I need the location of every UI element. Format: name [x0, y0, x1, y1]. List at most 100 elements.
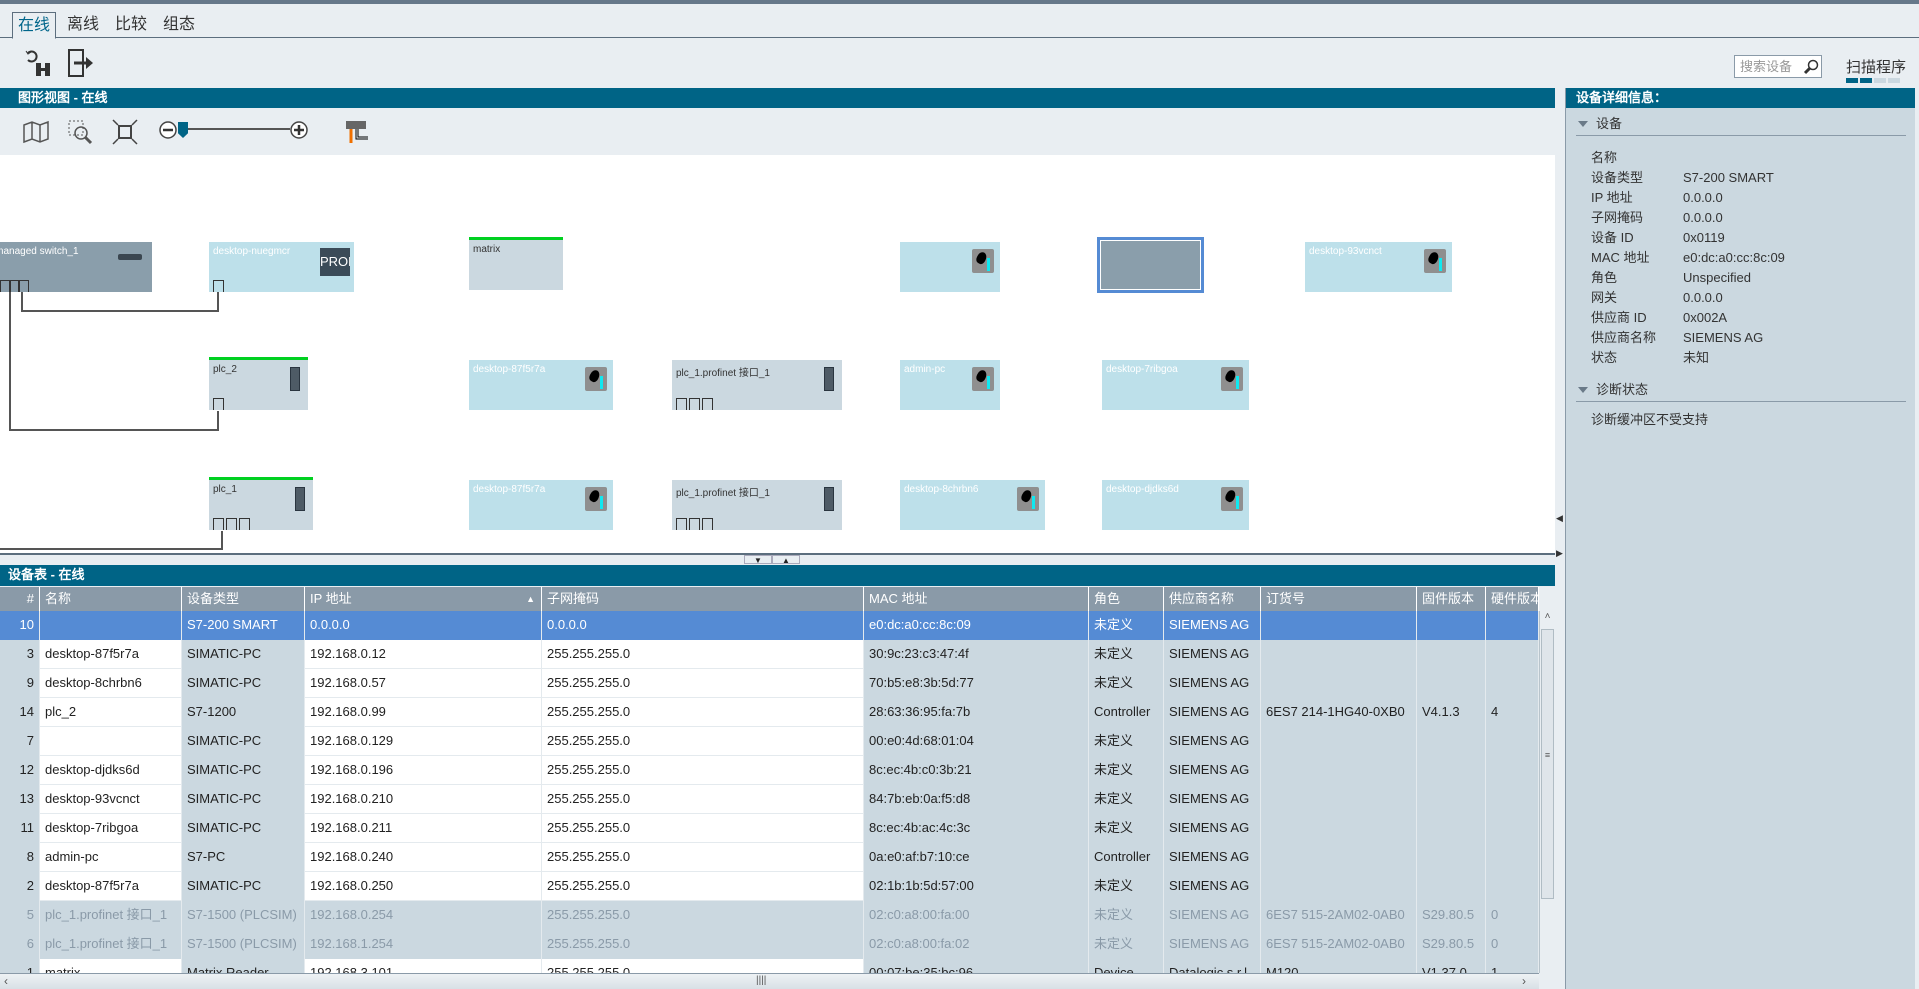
topology-node[interactable]: [900, 242, 1000, 292]
topology-node[interactable]: desktop-87f5r7a: [469, 480, 613, 530]
topology-node[interactable]: plc_2: [209, 357, 308, 410]
table-row[interactable]: 1 matrix Matrix Reader 192.168.3.101 255.255…: [0, 959, 1539, 973]
port-icon[interactable]: [676, 518, 687, 530]
port-icon[interactable]: [239, 518, 250, 530]
port-icon[interactable]: [213, 280, 224, 292]
vertical-splitter[interactable]: ◀ ▶: [1555, 88, 1565, 989]
section-diagnostic-status[interactable]: 诊断状态: [1576, 378, 1906, 402]
topology-node[interactable]: unmanaged switch_1: [0, 242, 152, 292]
topology-node[interactable]: desktop-djdks6d: [1102, 480, 1249, 530]
topology-node[interactable]: [1097, 237, 1204, 293]
table-row[interactable]: 14 plc_2 S7-1200 192.168.0.99 255.255.255.0 2…: [0, 698, 1539, 727]
topology-node[interactable]: desktop-93vcnct: [1305, 242, 1452, 292]
table-row[interactable]: 8 admin-pc S7-PC 192.168.0.240 255.255.255.0…: [0, 843, 1539, 872]
column-header[interactable]: 硬件版本: [1486, 587, 1539, 611]
collapse-right-icon[interactable]: ▶: [1556, 548, 1563, 559]
table-row[interactable]: 10 S7-200 SMART 0.0.0.0 0.0.0.0 e0:dc:a0:cc:…: [0, 611, 1539, 640]
topology-node[interactable]: desktop-7ribgoa: [1102, 360, 1249, 410]
column-header[interactable]: 订货号: [1261, 587, 1417, 611]
table-cell: [1417, 727, 1486, 756]
topology-canvas[interactable]: unmanaged switch_1 desktop-nuegmcr PRON mat…: [0, 155, 1555, 553]
topology-node[interactable]: plc_1: [209, 477, 313, 530]
table-horizontal-scrollbar[interactable]: ‹ |||| ›: [0, 973, 1539, 989]
scroll-left-icon[interactable]: ‹: [4, 974, 8, 988]
table-cell: 5: [0, 901, 40, 930]
table-cell: 12: [0, 756, 40, 785]
column-header-label: #: [26, 591, 34, 606]
column-header[interactable]: IP 地址 ▲: [305, 587, 542, 611]
table-row[interactable]: 13 desktop-93vcnct SIMATIC-PC 192.168.0.210…: [0, 785, 1539, 814]
search-icon[interactable]: [1802, 58, 1820, 76]
table-row[interactable]: 9 desktop-8chrbn6 SIMATIC-PC 192.168.0.57 25…: [0, 669, 1539, 698]
table-vertical-scrollbar[interactable]: ˄ ≡: [1539, 611, 1555, 973]
column-header[interactable]: 子网掩码: [542, 587, 864, 611]
topology-node[interactable]: matrix: [469, 237, 563, 290]
column-header[interactable]: 供应商名称: [1164, 587, 1261, 611]
table-row[interactable]: 12 desktop-djdks6d SIMATIC-PC 192.168.0.196…: [0, 756, 1539, 785]
column-header[interactable]: 角色: [1089, 587, 1164, 611]
overview-map-icon[interactable]: [22, 118, 52, 146]
pc-station-icon: [1221, 367, 1243, 391]
zoom-out-icon[interactable]: [158, 120, 178, 140]
table-cell: 0.0.0.0: [305, 611, 542, 640]
topology-node[interactable]: desktop-8chrbn6: [900, 480, 1045, 530]
topology-node[interactable]: desktop-nuegmcr PRON: [209, 242, 354, 292]
scrollbar-thumb[interactable]: ≡: [1541, 629, 1554, 899]
horizontal-splitter[interactable]: ▼ ▲: [0, 553, 1555, 565]
port-icon[interactable]: [702, 518, 713, 530]
table-row[interactable]: 7 SIMATIC-PC 192.168.0.129 255.255.255.0 00:…: [0, 727, 1539, 756]
port-icon[interactable]: [213, 518, 224, 530]
port-icon[interactable]: [689, 398, 700, 410]
table-row[interactable]: 2 desktop-87f5r7a SIMATIC-PC 192.168.0.250 2…: [0, 872, 1539, 901]
column-header[interactable]: 固件版本: [1417, 587, 1486, 611]
table-cell: 未定义: [1089, 640, 1164, 669]
scroll-up-icon[interactable]: ˄: [1540, 611, 1555, 627]
column-header[interactable]: #: [0, 587, 40, 611]
port-icon[interactable]: [18, 280, 29, 292]
collapse-down-icon[interactable]: ▼: [744, 555, 772, 565]
device-table-header: 设备表 - 在线: [0, 565, 1555, 586]
tab-configure[interactable]: 组态: [158, 12, 200, 38]
table-cell: SIEMENS AG: [1164, 843, 1261, 872]
port-icon[interactable]: [676, 398, 687, 410]
collapse-left-icon[interactable]: ◀: [1556, 513, 1563, 524]
table-row[interactable]: 3 desktop-87f5r7a SIMATIC-PC 192.168.0.12 25…: [0, 640, 1539, 669]
collapse-up-icon[interactable]: ▲: [772, 555, 800, 565]
table-row[interactable]: 6 plc_1.profinet 接口_1 S7-1500 (PLCSIM) 192.…: [0, 930, 1539, 959]
node-label: desktop-7ribgoa: [1106, 364, 1178, 375]
table-row[interactable]: 5 plc_1.profinet 接口_1 S7-1500 (PLCSIM) 192.…: [0, 901, 1539, 930]
tab-compare[interactable]: 比较: [110, 12, 152, 38]
scroll-right-icon[interactable]: ›: [1522, 974, 1526, 988]
detail-key: 供应商 ID: [1591, 310, 1647, 325]
zoom-selection-icon[interactable]: [66, 118, 96, 146]
topology-node[interactable]: admin-pc: [900, 360, 1000, 410]
column-header[interactable]: 设备类型: [182, 587, 305, 611]
port-icon[interactable]: [213, 398, 224, 410]
table-cell: 192.168.3.101: [305, 959, 542, 973]
column-header[interactable]: MAC 地址: [864, 587, 1089, 611]
table-row[interactable]: 11 desktop-7ribgoa SIMATIC-PC 192.168.0.211…: [0, 814, 1539, 843]
tab-online[interactable]: 在线: [12, 12, 57, 39]
fit-to-window-icon[interactable]: [110, 118, 140, 146]
zoom-in-icon[interactable]: [289, 120, 309, 140]
section-device[interactable]: 设备: [1576, 112, 1906, 136]
topology-node[interactable]: desktop-87f5r7a: [469, 360, 613, 410]
topology-node[interactable]: plc_1.profinet 接口_1: [672, 360, 842, 410]
zoom-slider[interactable]: [178, 122, 290, 138]
refresh-scan-icon[interactable]: [22, 47, 54, 79]
scrollbar-grip[interactable]: ||||: [756, 975, 766, 986]
port-icon[interactable]: [702, 398, 713, 410]
zoom-slider-thumb[interactable]: [178, 122, 188, 138]
topology-node[interactable]: plc_1.profinet 接口_1: [672, 480, 842, 530]
table-cell: S7-1500 (PLCSIM): [182, 930, 305, 959]
port-icon[interactable]: [226, 518, 237, 530]
export-icon[interactable]: [66, 47, 98, 79]
column-header[interactable]: 名称: [40, 587, 182, 611]
port-icon[interactable]: [689, 518, 700, 530]
table-cell: [1417, 814, 1486, 843]
tab-offline[interactable]: 离线: [62, 12, 104, 38]
scan-program-button[interactable]: 扫描程序: [1846, 56, 1906, 83]
detail-key: MAC 地址: [1591, 250, 1650, 265]
table-cell: 28:63:36:95:fa:7b: [864, 698, 1089, 727]
network-layout-icon[interactable]: [344, 118, 372, 146]
